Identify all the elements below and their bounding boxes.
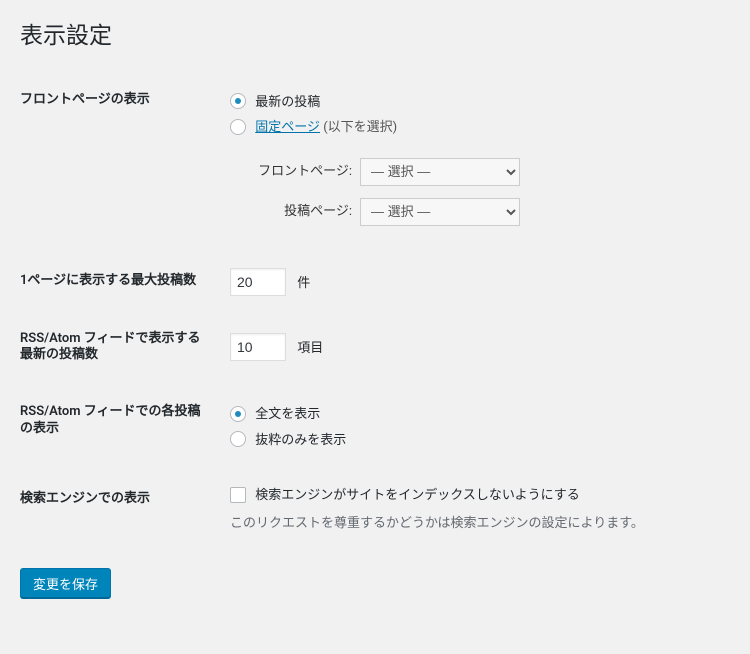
radio-full-text-label: 全文を表示 bbox=[255, 407, 320, 422]
radio-latest-posts-label: 最新の投稿 bbox=[255, 95, 320, 110]
settings-table: フロントページの表示 最新の投稿 固定ページ (以下を選択) フロントページ: … bbox=[20, 72, 730, 549]
radio-static-page[interactable] bbox=[230, 119, 246, 135]
front-page-select[interactable]: — 選択 — bbox=[360, 158, 520, 186]
rss-items-unit: 項目 bbox=[297, 341, 323, 356]
rss-items-label: RSS/Atom フィードで表示する最新の投稿数 bbox=[20, 311, 220, 385]
static-page-link[interactable]: 固定ページ bbox=[255, 120, 320, 135]
rss-content-option-full: 全文を表示 bbox=[230, 405, 720, 425]
radio-full-text[interactable] bbox=[230, 406, 246, 422]
posts-per-page-input[interactable] bbox=[230, 268, 286, 296]
search-engine-label: 検索エンジンでの表示 bbox=[20, 471, 220, 548]
radio-latest-posts[interactable] bbox=[230, 93, 246, 109]
posts-page-select-label: 投稿ページ: bbox=[230, 202, 360, 222]
front-page-option-latest: 最新の投稿 bbox=[230, 93, 720, 113]
static-page-selectors: フロントページ: — 選択 — 投稿ページ: — 選択 — bbox=[230, 158, 720, 226]
radio-excerpt-only-label: 抜粋のみを表示 bbox=[255, 433, 346, 448]
page-title: 表示設定 bbox=[20, 10, 730, 58]
save-changes-button[interactable]: 変更を保存 bbox=[20, 568, 111, 598]
checkbox-noindex[interactable] bbox=[230, 487, 246, 503]
posts-page-select[interactable]: — 選択 — bbox=[360, 198, 520, 226]
rss-content-option-excerpt: 抜粋のみを表示 bbox=[230, 431, 720, 451]
static-page-suffix: (以下を選択) bbox=[320, 120, 397, 135]
rss-items-input[interactable] bbox=[230, 333, 286, 361]
search-engine-row: 検索エンジンがサイトをインデックスしないようにする bbox=[230, 486, 720, 506]
front-page-display-label: フロントページの表示 bbox=[20, 72, 220, 253]
front-page-select-label: フロントページ: bbox=[230, 162, 360, 182]
posts-per-page-label: 1ページに表示する最大投稿数 bbox=[20, 253, 220, 311]
checkbox-noindex-label: 検索エンジンがサイトをインデックスしないようにする bbox=[255, 488, 579, 503]
rss-content-label: RSS/Atom フィードでの各投稿の表示 bbox=[20, 384, 220, 471]
submit-row: 変更を保存 bbox=[20, 568, 730, 598]
posts-per-page-unit: 件 bbox=[297, 276, 310, 291]
search-engine-description: このリクエストを尊重するかどうかは検索エンジンの設定によります。 bbox=[230, 514, 720, 534]
radio-excerpt-only[interactable] bbox=[230, 431, 246, 447]
radio-static-page-label: 固定ページ (以下を選択) bbox=[255, 120, 397, 135]
front-page-option-static: 固定ページ (以下を選択) bbox=[230, 118, 720, 138]
